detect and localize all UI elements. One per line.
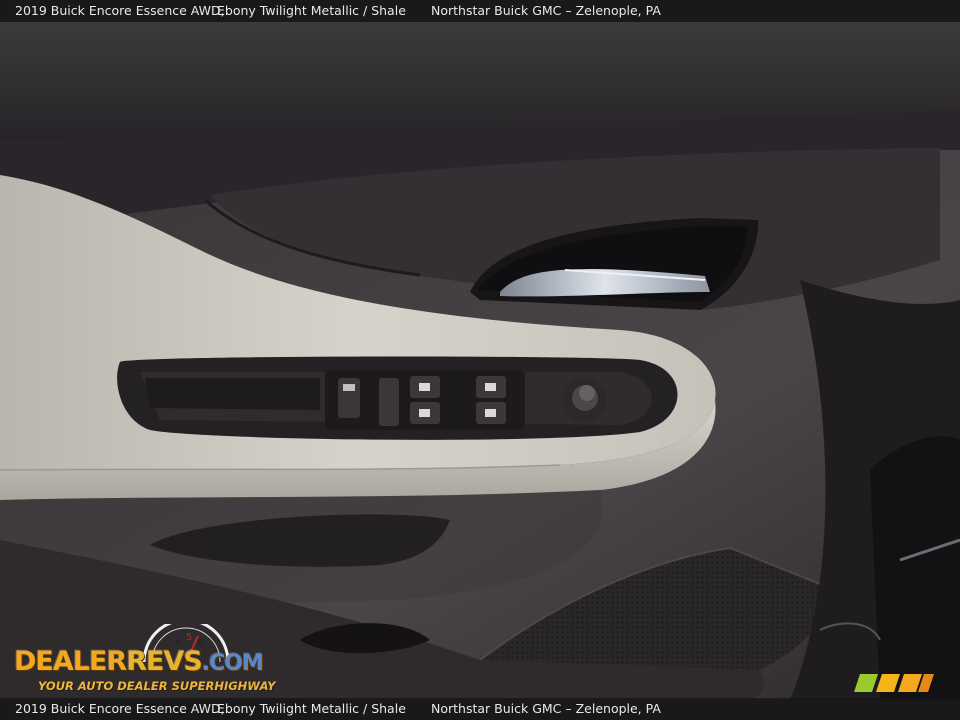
photo-frame: 2019 Buick Encore Essence AWD, Ebony Twi… [0,0,960,720]
dealerrevs-watermark: 4 5 6 DEALERREVS.COM YOUR AUTO DEALER SU… [12,624,276,694]
svg-text:5: 5 [186,632,192,643]
door-panel-photo [0,0,960,720]
brand-dealer: DEALER [14,646,127,677]
dealer-name-bottom: Northstar Buick GMC – Zelenople, PA [431,701,661,716]
dealer-name: Northstar Buick GMC – Zelenople, PA [431,3,661,18]
dealer-bars-logo [854,674,934,692]
caption-bar-top: 2019 Buick Encore Essence AWD, Ebony Twi… [0,0,960,22]
brand-revs: REVS [126,646,203,677]
brand-com: .COM [201,651,264,676]
vehicle-title: 2019 Buick Encore Essence AWD, [15,3,225,18]
watermark-tagline: YOUR AUTO DEALER SUPERHIGHWAY [38,679,276,693]
vehicle-color-bottom: Ebony Twilight Metallic / Shale [217,701,406,716]
watermark-brand: DEALERREVS.COM [14,646,264,677]
caption-bar-bottom: 2019 Buick Encore Essence AWD, Ebony Twi… [0,698,960,720]
vehicle-title-bottom: 2019 Buick Encore Essence AWD, [15,701,225,716]
vehicle-color: Ebony Twilight Metallic / Shale [217,3,406,18]
